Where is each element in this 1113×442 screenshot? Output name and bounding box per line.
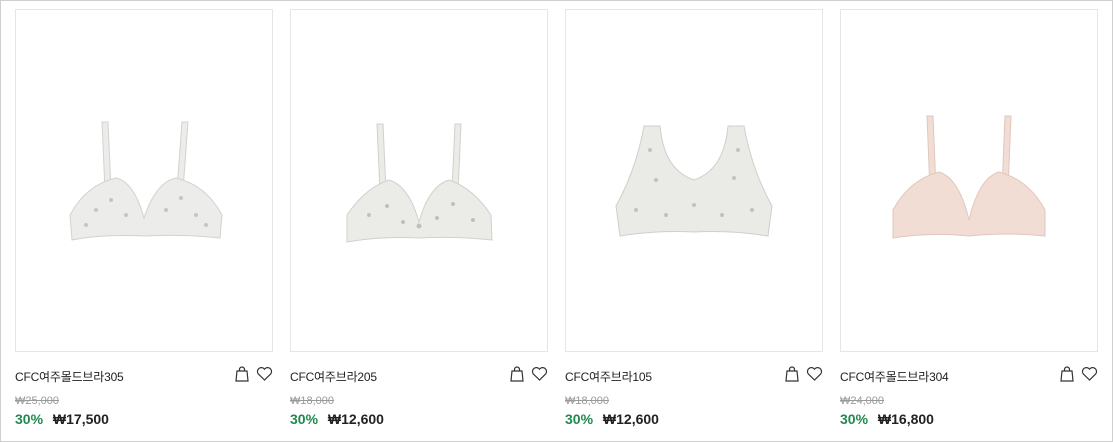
product-image[interactable] xyxy=(840,9,1098,352)
product-actions xyxy=(508,365,548,383)
shopping-bag-icon[interactable] xyxy=(783,365,801,383)
heart-icon[interactable] xyxy=(530,365,548,383)
sale-price: ₩17,500 xyxy=(52,411,109,427)
product-card[interactable]: CFC여주브라105 ₩18,000 30% ₩12,600 xyxy=(565,9,823,435)
shopping-bag-icon[interactable] xyxy=(508,365,526,383)
product-image[interactable] xyxy=(15,9,273,352)
product-actions xyxy=(1058,365,1098,383)
discount-rate: 30% xyxy=(565,411,594,427)
discount-rate: 30% xyxy=(840,411,869,427)
bra-illustration-soft xyxy=(346,123,493,243)
product-info: CFC여주브라205 ₩18,000 30% ₩12,600 xyxy=(290,365,548,435)
product-name[interactable]: CFC여주몰드브라304 xyxy=(840,368,949,385)
original-price: ₩18,000 xyxy=(290,395,335,407)
sale-price: ₩12,600 xyxy=(327,411,384,427)
product-image[interactable] xyxy=(290,9,548,352)
sale-price: ₩16,800 xyxy=(877,411,934,427)
product-image[interactable] xyxy=(565,9,823,352)
product-actions xyxy=(783,365,823,383)
product-actions xyxy=(233,365,273,383)
product-grid: CFC여주몰드브라305 ₩25,000 30% ₩17,500 CFC여주브라… xyxy=(15,9,1098,435)
price-row: 30% ₩17,500 xyxy=(15,411,109,427)
product-info: CFC여주브라105 ₩18,000 30% ₩12,600 xyxy=(565,365,823,435)
product-info: CFC여주몰드브라304 ₩24,000 30% ₩16,800 xyxy=(840,365,1098,435)
price-row: 30% ₩12,600 xyxy=(290,411,384,427)
product-info: CFC여주몰드브라305 ₩25,000 30% ₩17,500 xyxy=(15,365,273,435)
discount-rate: 30% xyxy=(290,411,319,427)
product-card[interactable]: CFC여주브라205 ₩18,000 30% ₩12,600 xyxy=(290,9,548,435)
original-price: ₩25,000 xyxy=(15,395,60,407)
shopping-bag-icon[interactable] xyxy=(1058,365,1076,383)
original-price: ₩24,000 xyxy=(840,395,885,407)
heart-icon[interactable] xyxy=(805,365,823,383)
product-card[interactable]: CFC여주몰드브라304 ₩24,000 30% ₩16,800 xyxy=(840,9,1098,435)
bra-illustration-tank xyxy=(615,125,773,237)
product-card[interactable]: CFC여주몰드브라305 ₩25,000 30% ₩17,500 xyxy=(15,9,273,435)
sale-price: ₩12,600 xyxy=(602,411,659,427)
original-price: ₩18,000 xyxy=(565,395,610,407)
product-name[interactable]: CFC여주몰드브라305 xyxy=(15,368,124,385)
price-row: 30% ₩12,600 xyxy=(565,411,659,427)
shopping-bag-icon[interactable] xyxy=(233,365,251,383)
product-name[interactable]: CFC여주브라205 xyxy=(290,368,377,385)
price-row: 30% ₩16,800 xyxy=(840,411,934,427)
heart-icon[interactable] xyxy=(1080,365,1098,383)
discount-rate: 30% xyxy=(15,411,44,427)
bra-illustration-molded-pink xyxy=(892,115,1046,239)
bra-illustration-molded xyxy=(69,121,223,241)
heart-icon[interactable] xyxy=(255,365,273,383)
product-name[interactable]: CFC여주브라105 xyxy=(565,368,652,385)
